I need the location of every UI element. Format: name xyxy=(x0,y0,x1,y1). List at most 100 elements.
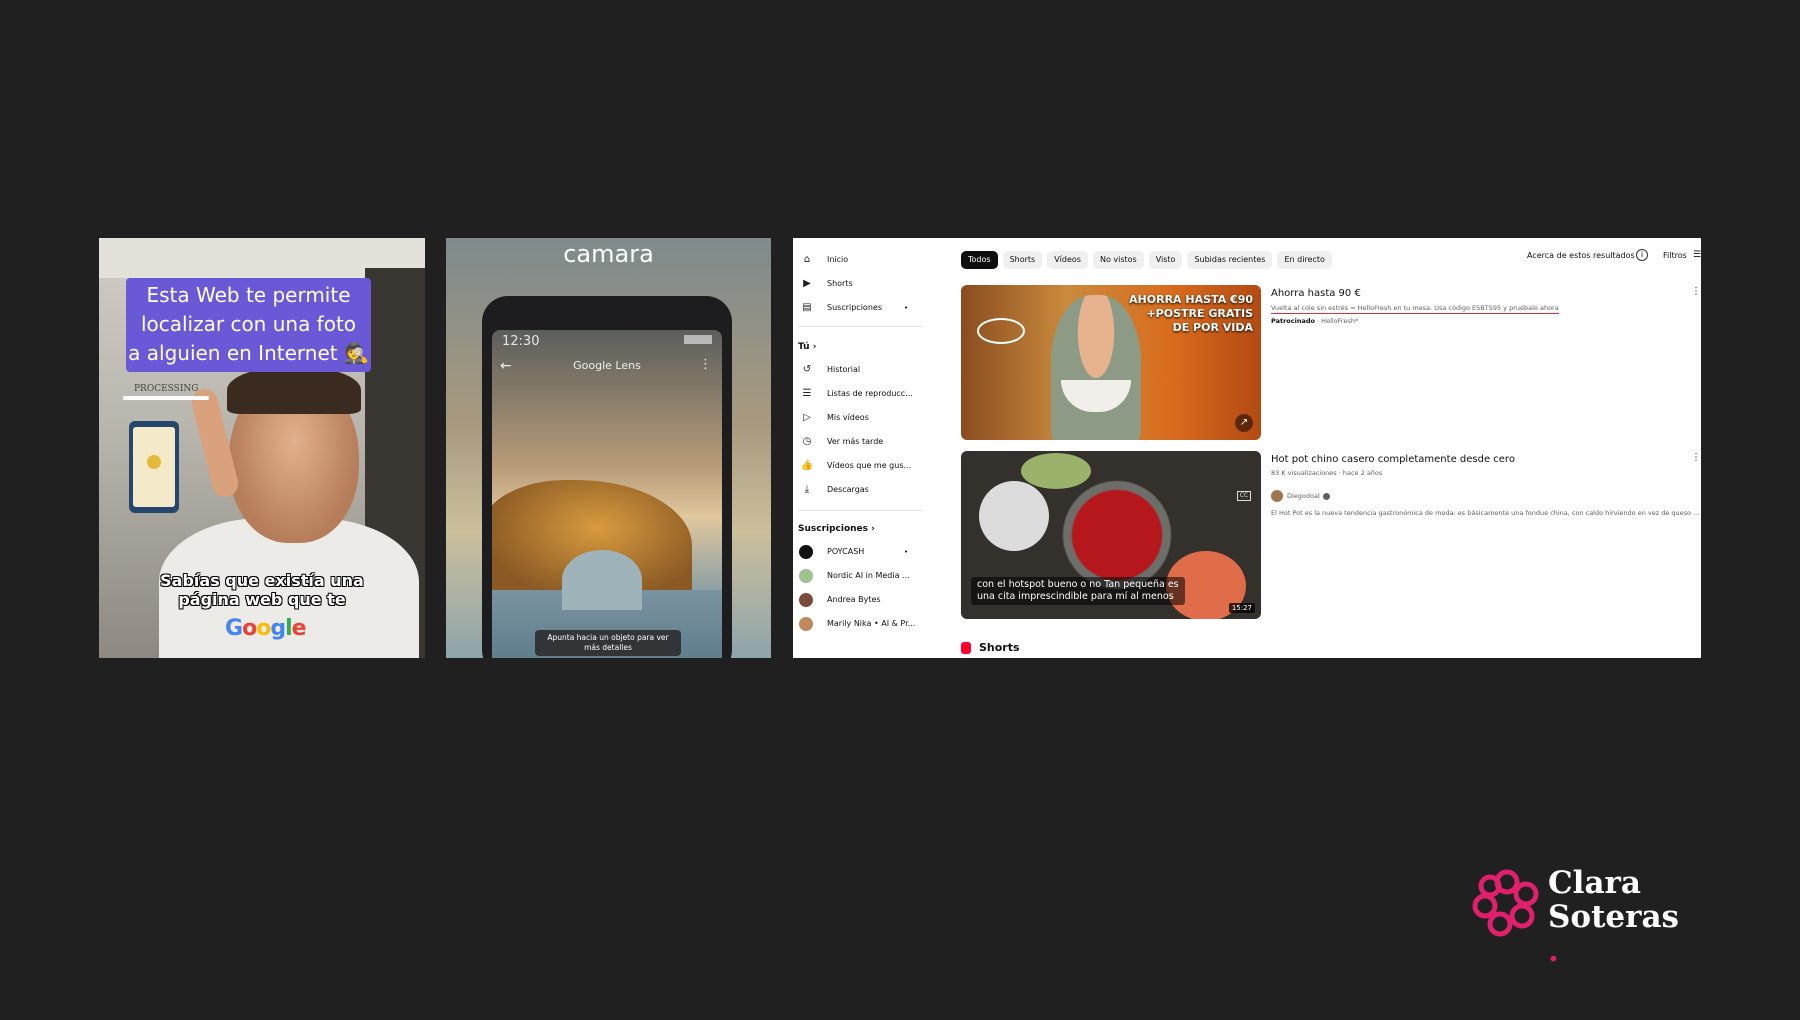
subscription-item[interactable]: Andrea Bytes xyxy=(799,590,929,610)
chip-visto[interactable]: Visto xyxy=(1148,251,1183,269)
processing-bar xyxy=(123,396,209,400)
sponsored-label: Patrocinado xyxy=(1271,317,1315,325)
sidebar-item-label: Vídeos que me gus... xyxy=(827,461,912,470)
lens-viewfinder: 12:30 ← Google Lens ⋮ Apunta hacia un ob… xyxy=(492,330,722,658)
more-vert-icon[interactable]: ⋮ xyxy=(1691,286,1701,297)
filters-icon[interactable]: ☰ xyxy=(1693,250,1701,260)
video-duration: 15:27 xyxy=(1228,603,1255,613)
status-time: 12:30 xyxy=(502,334,540,349)
caption-line: a alguien en Internet 🕵 xyxy=(128,341,369,365)
brand-name-line1: Clara xyxy=(1548,865,1641,901)
channel-name: Diegodoal xyxy=(1287,492,1320,500)
video-caption: Esta Web te permite localizar con una fo… xyxy=(126,278,371,372)
sidebar-item-shorts[interactable]: ▶ Shorts xyxy=(799,274,929,294)
sidebar-item-downloads[interactable]: ⤓ Descargas xyxy=(799,480,929,500)
google-logo-letter: o xyxy=(256,616,271,641)
new-content-dot: • xyxy=(904,548,909,556)
youtube-screenshot: ⌂ Inicio ▶ Shorts ▤ Suscripciones • Tú ›… xyxy=(793,238,1701,658)
video-description: El Hot Pot es la nueva tendencia gastron… xyxy=(1271,509,1700,517)
phone-illustration-icon xyxy=(129,421,179,513)
sidebar-item-inicio[interactable]: ⌂ Inicio xyxy=(799,250,929,270)
chip-no-vistos[interactable]: No vistos xyxy=(1092,251,1144,269)
sidebar-item-history[interactable]: ↺ Historial xyxy=(799,360,929,380)
sidebar-item-subscriptions[interactable]: ▤ Suscripciones • xyxy=(799,298,929,318)
status-icons xyxy=(684,335,712,344)
processing-label: PROCESSING xyxy=(134,384,199,394)
divider xyxy=(798,510,923,511)
external-link-icon[interactable]: ↗ xyxy=(1235,414,1253,432)
channel-avatar xyxy=(1271,490,1283,502)
shorts-icon: ▶ xyxy=(803,278,811,289)
chip-todos[interactable]: Todos xyxy=(961,251,998,269)
promo-line: DE POR VIDA xyxy=(1172,321,1253,334)
video-meta: 83 K visualizaciones · hace 2 años xyxy=(1271,469,1383,477)
caption-line: con el hotspot bueno o no Tan pequeña es xyxy=(977,579,1179,590)
ad-description: Vuelta al cole sin estrés = HelloFresh e… xyxy=(1271,304,1559,314)
you-section-header[interactable]: Tú › xyxy=(798,342,816,352)
promo-line: +POSTRE GRATIS xyxy=(1146,307,1253,320)
brand-name-line2: Soteras. xyxy=(1548,900,1679,968)
more-vert-icon[interactable]: ⋮ xyxy=(1691,452,1701,463)
panel-title: camara xyxy=(563,240,654,268)
liked-icon: 👍 xyxy=(800,460,814,471)
advertiser-name: · HelloFresh* xyxy=(1317,317,1359,325)
chip-subidas-recientes[interactable]: Subidas recientes xyxy=(1187,251,1273,269)
google-logo-letter: g xyxy=(270,616,286,641)
ad-title[interactable]: Ahorra hasta 90 € xyxy=(1271,288,1361,299)
brand-logo: Clara Soteras. xyxy=(1470,862,1700,968)
channel-link[interactable]: Diegodoal xyxy=(1271,489,1330,503)
person-hair xyxy=(227,366,361,414)
new-content-dot: • xyxy=(904,304,909,312)
rock-arch xyxy=(562,550,642,610)
my-videos-icon: ▷ xyxy=(803,412,811,423)
sidebar-item-label: Ver más tarde xyxy=(827,437,884,446)
sidebar-item-label: Descargas xyxy=(827,485,869,494)
chip-videos[interactable]: Vídeos xyxy=(1047,251,1088,269)
subscription-label: POYCASH xyxy=(827,547,865,556)
google-logo-letter: G xyxy=(225,616,243,641)
subscriptions-section-header[interactable]: Suscripciones › xyxy=(798,524,875,534)
thumbnail-plate xyxy=(979,481,1049,551)
subscription-label: Marily Nika • AI & Pr... xyxy=(827,619,916,628)
channel-avatar xyxy=(799,593,813,607)
chip-en-directo[interactable]: En directo xyxy=(1277,251,1332,269)
caption-line: Esta Web te permite xyxy=(146,283,351,307)
captions-icon[interactable]: CC xyxy=(1237,491,1251,501)
ad-thumbnail[interactable]: AHORRA HASTA €90 +POSTRE GRATIS DE POR V… xyxy=(961,285,1261,440)
sidebar-item-label: Shorts xyxy=(827,279,853,288)
channel-avatar xyxy=(799,569,813,583)
sidebar-item-my-videos[interactable]: ▷ Mis vídeos xyxy=(799,408,929,428)
google-lens-screenshot: camara 12:30 ← Google Lens ⋮ Apunta haci… xyxy=(446,238,771,658)
more-vert-icon[interactable]: ⋮ xyxy=(699,357,712,372)
sidebar-item-label: Mis vídeos xyxy=(827,413,869,422)
video-thumbnail[interactable]: CC con el hotspot bueno o no Tan pequeña… xyxy=(961,451,1261,619)
subscriptions-icon: ▤ xyxy=(802,302,812,313)
sidebar-item-liked-videos[interactable]: 👍 Vídeos que me gus... xyxy=(799,456,929,476)
sidebar-item-label: Listas de reproducc... xyxy=(827,389,913,398)
divider xyxy=(798,326,923,327)
video-subtitle: Sabías que existía una página web que te xyxy=(99,571,425,609)
caption-line: localizar con una foto xyxy=(140,312,357,336)
subscription-item[interactable]: POYCASH • xyxy=(799,542,929,562)
sidebar-item-playlists[interactable]: ☰ Listas de reproducc... xyxy=(799,384,929,404)
video-title[interactable]: Hot pot chino casero completamente desde… xyxy=(1271,454,1515,465)
shorts-logo-icon xyxy=(961,642,971,654)
lens-app-label: Google Lens xyxy=(573,359,641,372)
about-results-link[interactable]: Acerca de estos resultados xyxy=(1527,251,1635,260)
filter-chips: Todos Shorts Vídeos No vistos Visto Subidas r… xyxy=(961,247,1337,269)
home-icon: ⌂ xyxy=(803,254,811,265)
thumbnail-person xyxy=(1051,295,1141,440)
sidebar-item-watch-later[interactable]: ◷ Ver más tarde xyxy=(799,432,929,452)
shorts-section-header: Shorts xyxy=(961,641,1020,654)
caption-line: una cita imprescindible para mí al menos xyxy=(977,591,1174,602)
lens-hint: Apunta hacia un objeto para ver más deta… xyxy=(535,630,681,656)
shorts-label: Shorts xyxy=(979,641,1020,654)
filters-button[interactable]: Filtros xyxy=(1663,251,1687,260)
chip-shorts[interactable]: Shorts xyxy=(1002,251,1043,269)
ad-description-text: Vuelta al cole sin estrés = HelloFresh e… xyxy=(1271,304,1559,314)
sidebar-item-label: Suscripciones xyxy=(827,303,882,312)
subscription-item[interactable]: Marily Nika • AI & Pr... xyxy=(799,614,929,634)
info-icon[interactable]: i xyxy=(1636,249,1648,261)
google-logo: Google xyxy=(225,616,307,641)
subscription-item[interactable]: Nordic AI in Media ... xyxy=(799,566,929,586)
